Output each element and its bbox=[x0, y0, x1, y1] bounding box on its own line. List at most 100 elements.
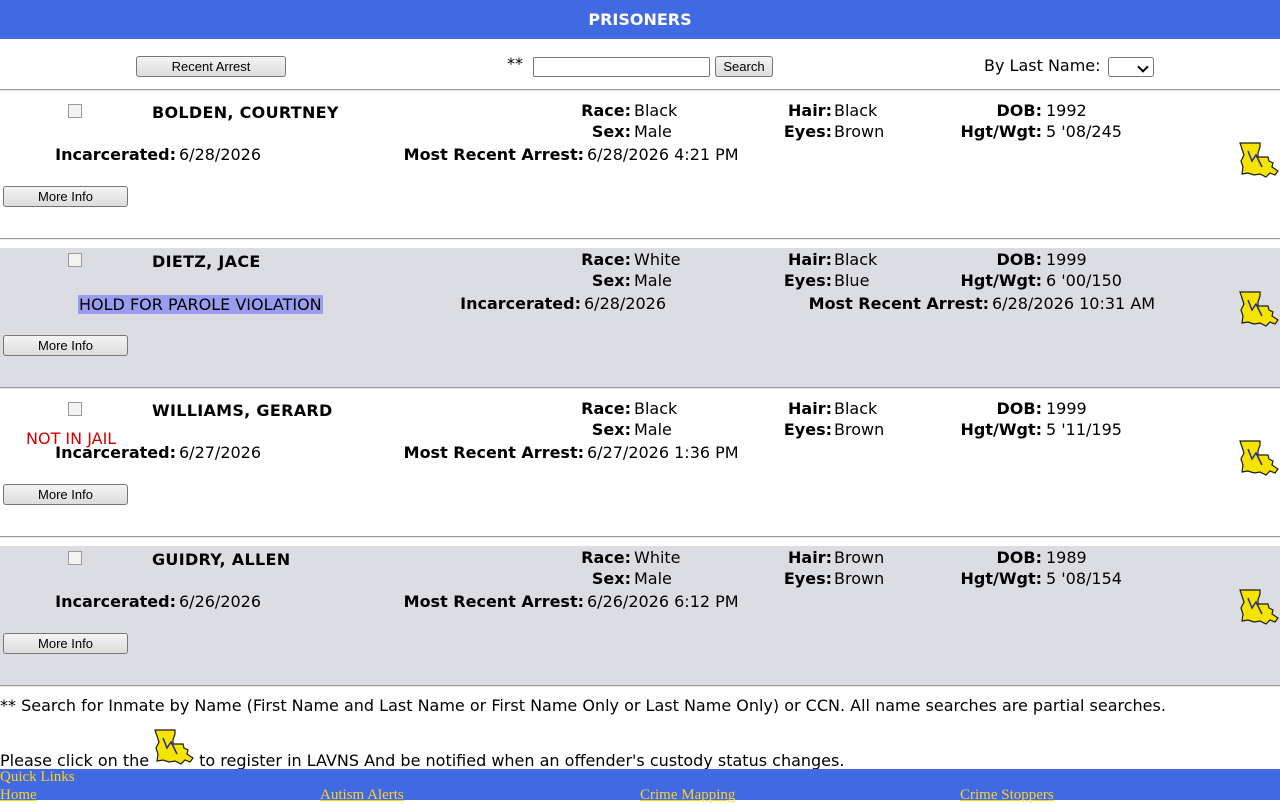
louisiana-state-icon[interactable] bbox=[1238, 588, 1280, 626]
hgt-wgt-value: 5 '11/195 bbox=[1046, 420, 1122, 439]
sex-value: Male bbox=[634, 122, 672, 141]
louisiana-state-icon[interactable] bbox=[153, 728, 195, 766]
dob-label: DOB: bbox=[996, 399, 1042, 418]
quick-link-crime-stoppers[interactable]: Crime Stoppers bbox=[960, 787, 1054, 804]
inmate-photo bbox=[68, 253, 82, 267]
race-label: Race: bbox=[581, 101, 631, 120]
dob-label: DOB: bbox=[996, 101, 1042, 120]
search-asterisks: ** bbox=[507, 54, 523, 73]
more-info-button[interactable]: More Info bbox=[3, 633, 128, 654]
incarcerated-value: 6/26/2026 bbox=[179, 592, 262, 611]
dob-value: 1999 bbox=[1046, 250, 1087, 269]
sex-label: Sex: bbox=[591, 569, 631, 588]
hair-value: Black bbox=[834, 250, 878, 269]
incarcerated-value: 6/28/2026 bbox=[179, 145, 262, 164]
search-button[interactable]: Search bbox=[715, 56, 773, 77]
more-info-button[interactable]: More Info bbox=[3, 186, 128, 207]
toolbar: Recent Arrest ** Search By Last Name: bbox=[0, 39, 1280, 89]
incarcerated-value: 6/27/2026 bbox=[179, 443, 262, 462]
dob-value: 1989 bbox=[1046, 548, 1087, 567]
eyes-label: Eyes: bbox=[783, 569, 832, 588]
page-title: PRISONERS bbox=[0, 0, 1280, 39]
sex-label: Sex: bbox=[591, 420, 631, 439]
louisiana-state-icon[interactable] bbox=[1238, 141, 1280, 179]
hair-value: Black bbox=[834, 101, 878, 120]
divider bbox=[0, 238, 1280, 240]
quick-links-title: Quick Links bbox=[0, 769, 75, 785]
sex-value: Male bbox=[634, 569, 672, 588]
louisiana-state-icon[interactable] bbox=[1238, 290, 1280, 328]
eyes-label: Eyes: bbox=[783, 122, 832, 141]
quick-link-autism-alerts[interactable]: Autism Alerts bbox=[320, 787, 404, 804]
hair-value: Black bbox=[834, 399, 878, 418]
dob-label: DOB: bbox=[996, 548, 1042, 567]
hgt-wgt-value: 5 '08/245 bbox=[1046, 122, 1122, 141]
divider bbox=[0, 536, 1280, 538]
incarcerated-label: Incarcerated: bbox=[55, 145, 176, 164]
quick-links-bar: Quick Links Home Autism Alerts Crime Map… bbox=[0, 769, 1280, 803]
most-recent-arrest-label: Most Recent Arrest: bbox=[403, 443, 584, 462]
more-info-button[interactable]: More Info bbox=[3, 484, 128, 505]
divider bbox=[0, 387, 1280, 389]
race-value: White bbox=[634, 548, 681, 567]
sex-label: Sex: bbox=[591, 122, 631, 141]
eyes-value: Blue bbox=[834, 271, 870, 290]
most-recent-arrest-label: Most Recent Arrest: bbox=[808, 294, 989, 313]
most-recent-arrest-value: 6/28/2026 10:31 AM bbox=[992, 294, 1156, 313]
inmate-record: BOLDEN, COURTNEY Race: Black Sex: Male H… bbox=[0, 99, 1280, 238]
chevron-down-icon bbox=[1137, 61, 1149, 73]
sex-value: Male bbox=[634, 271, 672, 290]
most-recent-arrest-value: 6/26/2026 6:12 PM bbox=[587, 592, 739, 611]
inmate-photo bbox=[68, 104, 82, 118]
inmate-name: BOLDEN, COURTNEY bbox=[152, 103, 339, 122]
quick-link-crime-mapping[interactable]: Crime Mapping bbox=[640, 787, 735, 804]
louisiana-state-icon[interactable] bbox=[1238, 439, 1280, 477]
status-hold: HOLD FOR PAROLE VIOLATION bbox=[78, 295, 323, 314]
hair-label: Hair: bbox=[788, 101, 832, 120]
sex-value: Male bbox=[634, 420, 672, 439]
inmate-record: GUIDRY, ALLEN Race: White Sex: Male Hair… bbox=[0, 546, 1280, 685]
eyes-value: Brown bbox=[834, 420, 885, 439]
eyes-value: Brown bbox=[834, 569, 885, 588]
race-value: Black bbox=[634, 101, 678, 120]
hair-label: Hair: bbox=[788, 548, 832, 567]
incarcerated-label: Incarcerated: bbox=[55, 443, 176, 462]
inmate-photo bbox=[68, 402, 82, 416]
more-info-button[interactable]: More Info bbox=[3, 335, 128, 356]
inmate-name: DIETZ, JACE bbox=[152, 252, 261, 271]
hair-label: Hair: bbox=[788, 399, 832, 418]
race-label: Race: bbox=[581, 250, 631, 269]
divider bbox=[0, 89, 1280, 91]
last-name-select[interactable] bbox=[1108, 57, 1154, 77]
register-suffix: to register in LAVNS And be notified whe… bbox=[199, 751, 845, 770]
hair-label: Hair: bbox=[788, 250, 832, 269]
most-recent-arrest-value: 6/28/2026 4:21 PM bbox=[587, 145, 739, 164]
quick-link-home[interactable]: Home bbox=[0, 787, 37, 804]
race-value: Black bbox=[634, 399, 678, 418]
inmate-record: WILLIAMS, GERARD NOT IN JAIL Race: Black… bbox=[0, 397, 1280, 536]
race-value: White bbox=[634, 250, 681, 269]
hair-value: Brown bbox=[834, 548, 885, 567]
recent-arrest-button[interactable]: Recent Arrest bbox=[136, 56, 286, 77]
dob-value: 1992 bbox=[1046, 101, 1087, 120]
inmate-photo bbox=[68, 551, 82, 565]
dob-value: 1999 bbox=[1046, 399, 1087, 418]
register-prefix: Please click on the bbox=[0, 751, 150, 770]
incarcerated-label: Incarcerated: bbox=[460, 294, 581, 313]
inmate-name: GUIDRY, ALLEN bbox=[152, 550, 291, 569]
sex-label: Sex: bbox=[591, 271, 631, 290]
hgt-wgt-value: 6 '00/150 bbox=[1046, 271, 1122, 290]
search-input[interactable] bbox=[533, 57, 710, 77]
hgt-wgt-label: Hgt/Wgt: bbox=[960, 569, 1042, 588]
eyes-label: Eyes: bbox=[783, 271, 832, 290]
race-label: Race: bbox=[581, 399, 631, 418]
dob-label: DOB: bbox=[996, 250, 1042, 269]
by-last-name-label: By Last Name: bbox=[984, 56, 1101, 75]
hgt-wgt-label: Hgt/Wgt: bbox=[960, 420, 1042, 439]
inmate-record: DIETZ, JACE Race: White Sex: Male Hair: … bbox=[0, 248, 1280, 387]
eyes-label: Eyes: bbox=[783, 420, 832, 439]
incarcerated-value: 6/28/2026 bbox=[584, 294, 667, 313]
most-recent-arrest-value: 6/27/2026 1:36 PM bbox=[587, 443, 739, 462]
incarcerated-label: Incarcerated: bbox=[55, 592, 176, 611]
most-recent-arrest-label: Most Recent Arrest: bbox=[403, 145, 584, 164]
